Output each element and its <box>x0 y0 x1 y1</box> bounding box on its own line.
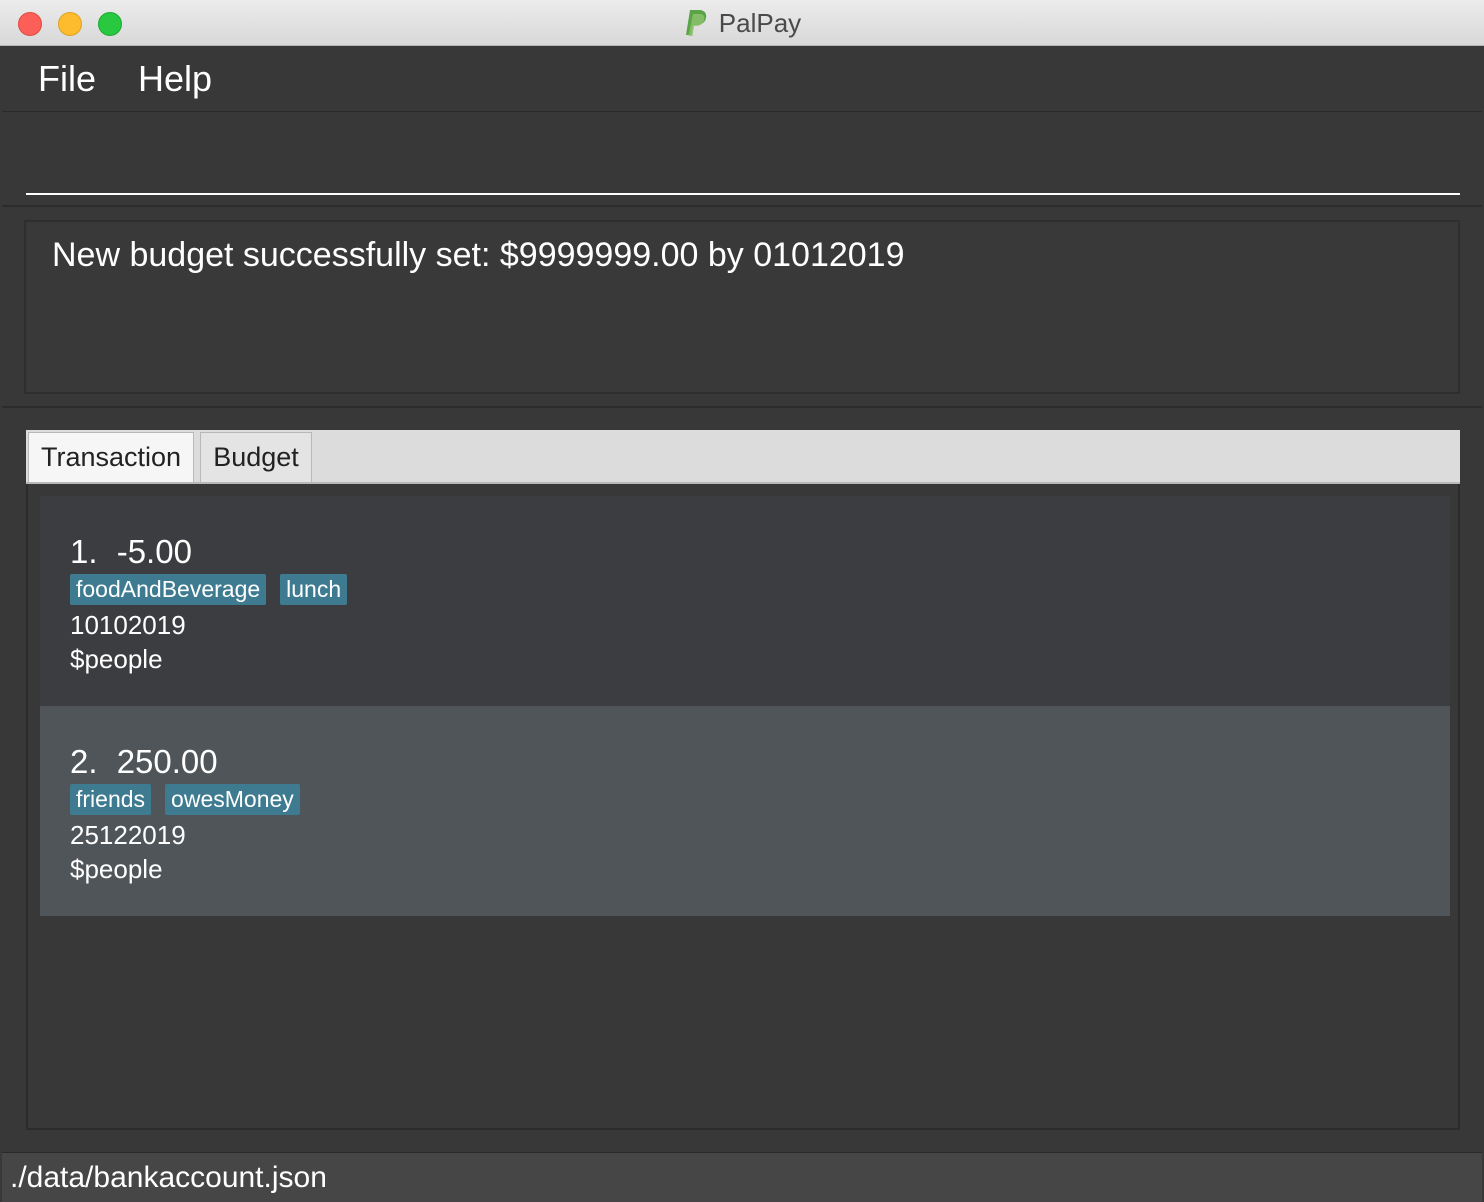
tag-label: foodAndBeverage <box>70 574 267 605</box>
transaction-date: 10102019 <box>70 610 186 640</box>
tab-header: Transaction Budget <box>26 430 1460 484</box>
command-input[interactable] <box>26 123 1460 195</box>
tab-pane: Transaction Budget 1. -5.00 foodAndBever… <box>2 410 1482 1150</box>
transaction-date: 25122019 <box>70 820 186 850</box>
tag-list: friends owesMoney <box>70 784 1450 818</box>
title-bar[interactable]: PalPay <box>0 0 1484 46</box>
transaction-card[interactable]: 2. 250.00 friends owesMoney 25122019 $pe… <box>40 706 1450 916</box>
tag-label: lunch <box>280 574 348 605</box>
paypal-logo-icon <box>685 10 707 36</box>
menu-bar: File Help <box>2 46 1482 112</box>
result-display-panel: New budget successfully set: $9999999.00… <box>2 208 1482 408</box>
transaction-index: 2. <box>70 743 98 780</box>
transaction-header: 2. 250.00 <box>70 742 1450 782</box>
transaction-card[interactable]: 1. -5.00 foodAndBeverage lunch 10102019 … <box>40 496 1450 706</box>
menu-help[interactable]: Help <box>138 58 212 100</box>
tag-label: owesMoney <box>165 784 300 815</box>
menu-file[interactable]: File <box>38 58 96 100</box>
command-box-panel <box>2 113 1482 207</box>
transaction-amount: 250.00 <box>116 743 218 780</box>
title-group: PalPay <box>0 0 1484 46</box>
tag-list: foodAndBeverage lunch <box>70 574 1450 608</box>
tag-label: friends <box>70 784 152 815</box>
result-message: New budget successfully set: $9999999.00… <box>52 236 905 274</box>
result-display: New budget successfully set: $9999999.00… <box>24 220 1460 394</box>
transaction-amount: -5.00 <box>116 533 192 570</box>
tab-transaction[interactable]: Transaction <box>28 432 194 482</box>
transaction-list[interactable]: 1. -5.00 foodAndBeverage lunch 10102019 … <box>40 496 1450 916</box>
transaction-index: 1. <box>70 533 98 570</box>
transaction-people: $people <box>70 854 163 884</box>
transaction-people: $people <box>70 644 163 674</box>
window-title: PalPay <box>718 7 802 38</box>
save-location-path: ./data/bankaccount.json <box>10 1160 327 1194</box>
status-bar: ./data/bankaccount.json <box>2 1152 1482 1202</box>
tab-budget[interactable]: Budget <box>200 432 312 482</box>
transaction-header: 1. -5.00 <box>70 532 1450 572</box>
app-window: PalPay File Help New budget successfully… <box>0 0 1484 1202</box>
transaction-list-panel: 1. -5.00 foodAndBeverage lunch 10102019 … <box>26 484 1460 1130</box>
